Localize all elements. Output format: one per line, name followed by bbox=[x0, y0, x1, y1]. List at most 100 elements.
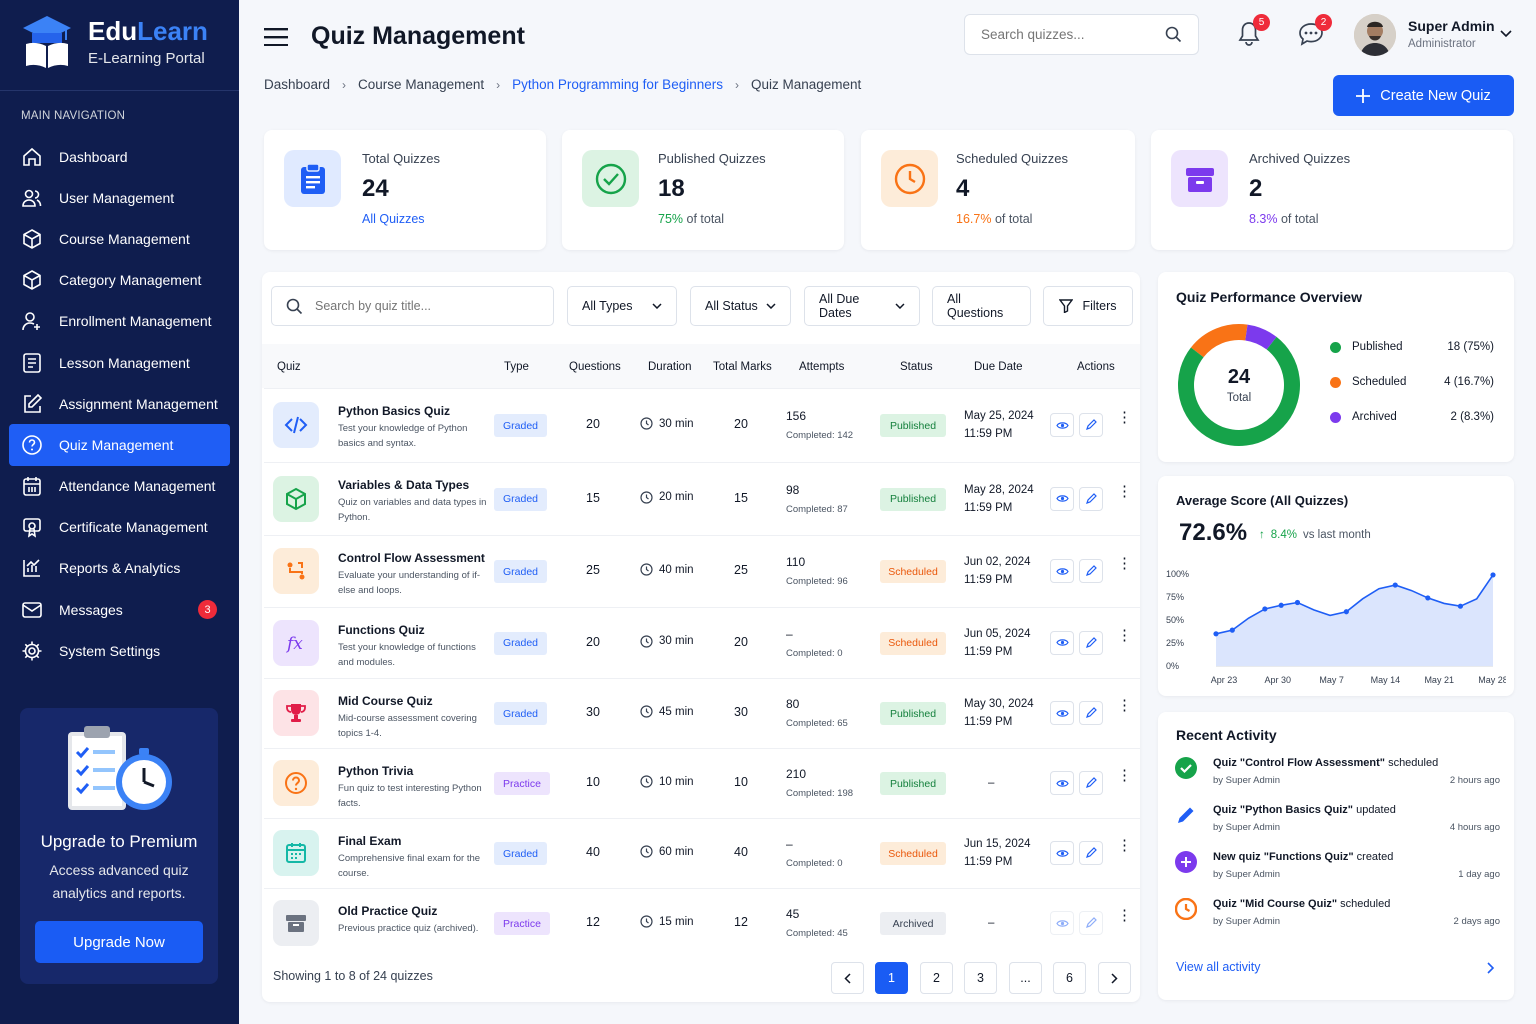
col-attempts[interactable]: Attempts bbox=[799, 361, 844, 373]
row-divider bbox=[264, 888, 1140, 889]
upgrade-now-button[interactable]: Upgrade Now bbox=[35, 921, 203, 963]
total-marks: 20 bbox=[734, 634, 748, 649]
quiz-name[interactable]: Python Basics Quiz bbox=[338, 404, 450, 418]
edit-button[interactable] bbox=[1079, 771, 1103, 795]
legend-dot bbox=[1330, 341, 1341, 353]
page-2-button[interactable]: 2 bbox=[920, 962, 953, 994]
brand-logo[interactable]: EduLearn E-Learning Portal bbox=[22, 14, 208, 70]
more-options-icon[interactable]: ⋮ bbox=[1117, 838, 1132, 853]
page-1-button[interactable]: 1 bbox=[875, 962, 908, 994]
sidebar-item-lesson-management[interactable]: Lesson Management bbox=[9, 342, 230, 383]
sidebar-item-assignment-management[interactable]: Assignment Management bbox=[9, 383, 230, 424]
view-button[interactable] bbox=[1050, 841, 1074, 865]
page-3-button[interactable]: 3 bbox=[964, 962, 997, 994]
more-options-icon[interactable]: ⋮ bbox=[1117, 484, 1132, 499]
question-icon bbox=[22, 435, 42, 455]
create-new-quiz-button[interactable]: Create New Quiz bbox=[1333, 75, 1514, 116]
view-button[interactable] bbox=[1050, 771, 1074, 795]
page-6-button[interactable]: 6 bbox=[1053, 962, 1086, 994]
archive-icon bbox=[273, 900, 319, 946]
col-quiz[interactable]: Quiz bbox=[277, 361, 301, 373]
breadcrumb-dashboard[interactable]: Dashboard bbox=[264, 77, 330, 92]
pencil-icon bbox=[1086, 419, 1097, 430]
quiz-name[interactable]: Control Flow Assessment bbox=[338, 551, 485, 565]
edit-button[interactable] bbox=[1079, 701, 1103, 725]
more-options-icon[interactable]: ⋮ bbox=[1117, 556, 1132, 571]
type-badge: Graded bbox=[494, 487, 548, 511]
edit-button[interactable] bbox=[1079, 630, 1103, 655]
quiz-name[interactable]: Final Exam bbox=[338, 834, 401, 848]
notification-button[interactable]: 5 bbox=[1238, 14, 1270, 51]
search-icon[interactable] bbox=[1165, 26, 1182, 43]
view-button[interactable] bbox=[1050, 630, 1074, 655]
stat-card-archived: Archived Quizzes 2 8.3% of total bbox=[1151, 130, 1513, 250]
sidebar-item-dashboard[interactable]: Dashboard bbox=[9, 136, 230, 177]
sidebar-item-quiz-management[interactable]: Quiz Management bbox=[9, 424, 230, 466]
sidebar-item-certificate-management[interactable]: Certificate Management bbox=[9, 507, 230, 548]
x-tick-label: Apr 30 bbox=[1265, 675, 1292, 685]
col-due-date[interactable]: Due Date bbox=[974, 361, 1023, 373]
edit-button[interactable] bbox=[1079, 841, 1103, 865]
avatar[interactable] bbox=[1354, 14, 1396, 56]
breadcrumb-course[interactable]: Python Programming for Beginners bbox=[512, 77, 723, 92]
view-button[interactable] bbox=[1050, 701, 1074, 725]
stat-value: 24 bbox=[362, 175, 389, 202]
due-date: – bbox=[988, 777, 995, 789]
sidebar-item-system-settings[interactable]: System Settings bbox=[9, 630, 230, 671]
col-status[interactable]: Status bbox=[900, 361, 933, 373]
quiz-name[interactable]: Functions Quiz bbox=[338, 623, 425, 637]
filters-button[interactable]: Filters bbox=[1043, 286, 1133, 326]
col-questions[interactable]: Questions bbox=[569, 361, 621, 373]
view-button[interactable] bbox=[1050, 911, 1074, 935]
due-date-filter-dropdown[interactable]: All Due Dates bbox=[804, 286, 920, 326]
sidebar-item-attendance-management[interactable]: Attendance Management bbox=[9, 466, 230, 507]
quiz-name[interactable]: Mid Course Quiz bbox=[338, 694, 433, 708]
attempts-count: 110 bbox=[786, 555, 806, 569]
edit-button[interactable] bbox=[1079, 486, 1103, 511]
pagination-prev-button[interactable] bbox=[831, 962, 864, 994]
questions-count: 20 bbox=[586, 634, 600, 649]
sidebar-item-enrollment-management[interactable]: Enrollment Management bbox=[9, 301, 230, 342]
attempts-count: – bbox=[786, 837, 793, 851]
more-options-icon[interactable]: ⋮ bbox=[1117, 628, 1132, 643]
col-type[interactable]: Type bbox=[504, 361, 529, 373]
sidebar-item-messages[interactable]: Messages 3 bbox=[9, 589, 230, 630]
chevron-down-icon[interactable] bbox=[1500, 30, 1512, 38]
hamburger-menu-icon[interactable] bbox=[264, 28, 288, 46]
top-search-box[interactable] bbox=[964, 14, 1199, 55]
activity-title: Quiz "Python Basics Quiz" updated bbox=[1213, 804, 1396, 816]
top-search-input[interactable] bbox=[981, 27, 1151, 42]
sidebar-item-reports-analytics[interactable]: Reports & Analytics bbox=[9, 548, 230, 589]
view-all-activity-link[interactable]: View all activity bbox=[1176, 960, 1261, 974]
breadcrumb-course-management[interactable]: Course Management bbox=[358, 77, 484, 92]
arrow-up-icon: ↑ bbox=[1259, 529, 1265, 541]
quiz-name[interactable]: Variables & Data Types bbox=[338, 478, 469, 492]
view-button[interactable] bbox=[1050, 486, 1074, 511]
quiz-title-search-input[interactable] bbox=[315, 299, 535, 313]
all-quizzes-link[interactable]: All Quizzes bbox=[362, 212, 425, 226]
view-button[interactable] bbox=[1050, 413, 1074, 437]
chevron-right-icon[interactable] bbox=[1487, 962, 1495, 974]
quiz-name[interactable]: Python Trivia bbox=[338, 764, 413, 778]
sidebar-item-category-management[interactable]: Category Management bbox=[9, 260, 230, 301]
pagination-next-button[interactable] bbox=[1098, 962, 1131, 994]
edit-button[interactable] bbox=[1079, 413, 1103, 437]
sidebar-item-user-management[interactable]: User Management bbox=[9, 177, 230, 218]
col-duration[interactable]: Duration bbox=[648, 361, 691, 373]
edit-button[interactable] bbox=[1079, 911, 1103, 935]
col-total-marks[interactable]: Total Marks bbox=[713, 361, 772, 373]
more-options-icon[interactable]: ⋮ bbox=[1117, 410, 1132, 425]
status-filter-dropdown[interactable]: All Status bbox=[690, 286, 791, 326]
messages-button[interactable]: 2 bbox=[1298, 14, 1332, 51]
sidebar: EduLearn E-Learning Portal MAIN NAVIGATI… bbox=[0, 0, 239, 1024]
type-filter-dropdown[interactable]: All Types bbox=[567, 286, 677, 326]
quiz-title-search[interactable] bbox=[271, 286, 554, 326]
view-button[interactable] bbox=[1050, 559, 1074, 583]
more-options-icon[interactable]: ⋮ bbox=[1117, 768, 1132, 783]
sidebar-item-course-management[interactable]: Course Management bbox=[9, 218, 230, 259]
edit-button[interactable] bbox=[1079, 559, 1103, 583]
more-options-icon[interactable]: ⋮ bbox=[1117, 908, 1132, 923]
more-options-icon[interactable]: ⋮ bbox=[1117, 698, 1132, 713]
questions-filter[interactable]: All Questions bbox=[932, 286, 1031, 326]
quiz-name[interactable]: Old Practice Quiz bbox=[338, 904, 437, 918]
